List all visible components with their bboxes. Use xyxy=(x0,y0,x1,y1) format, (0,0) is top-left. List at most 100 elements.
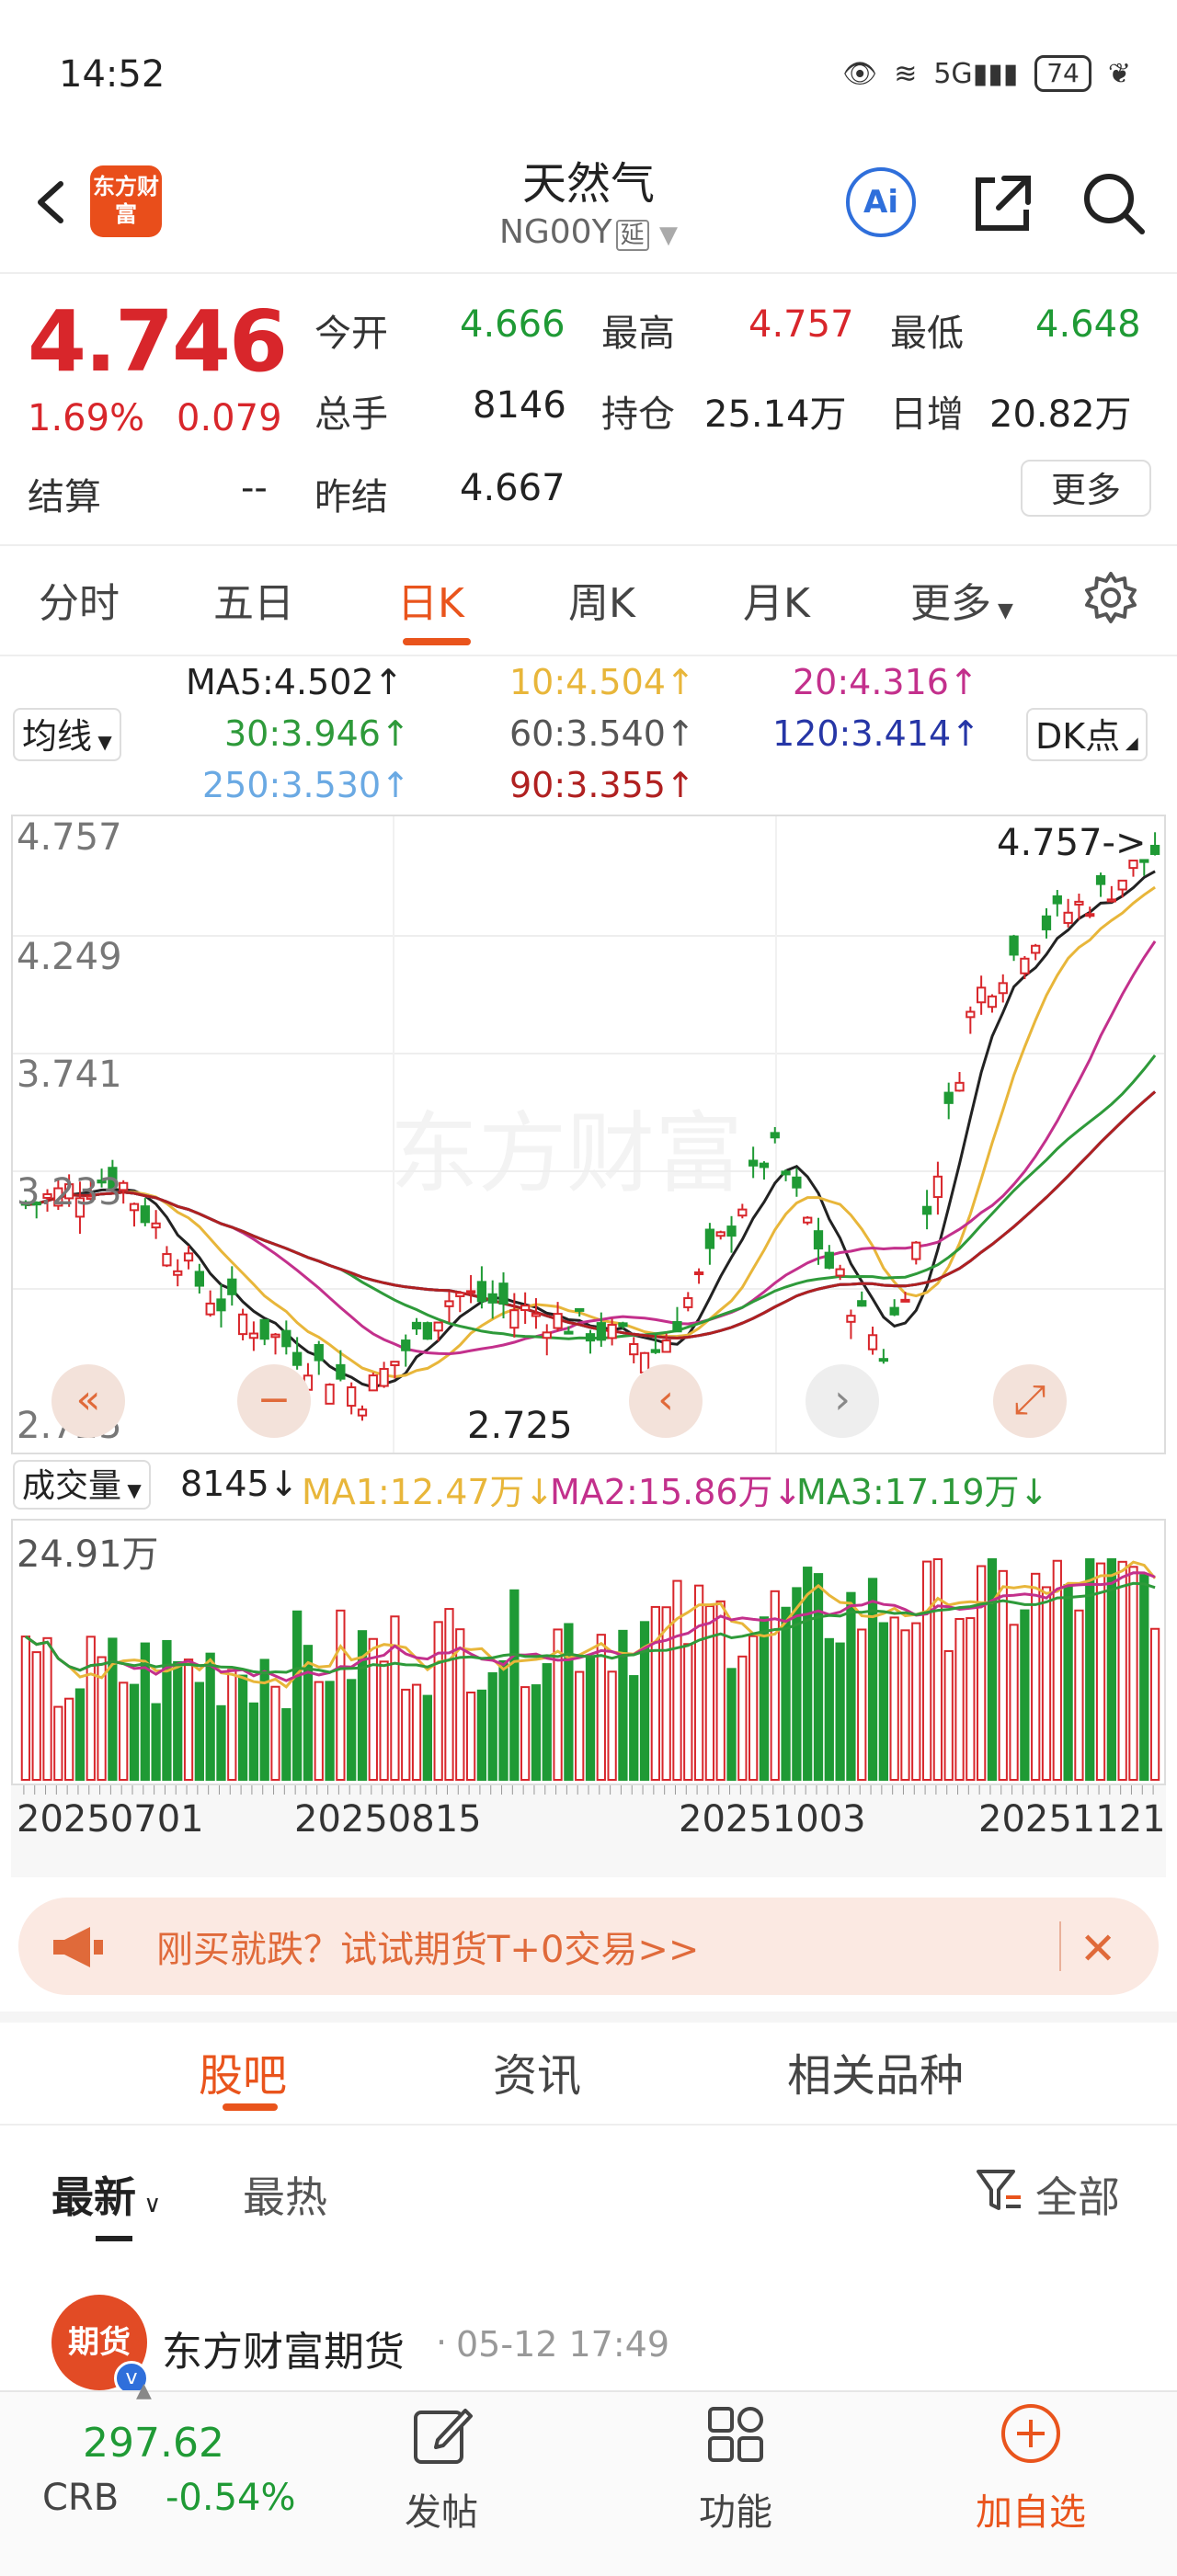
volume-bar xyxy=(911,1622,921,1781)
last-price: 4.746 xyxy=(28,292,288,391)
post-author[interactable]: 东方财富期货 xyxy=(162,2319,405,2377)
volume-bar xyxy=(476,1689,487,1781)
add-circle-icon[interactable] xyxy=(999,2401,1063,2469)
date-label: 20251121 xyxy=(978,1798,1166,1841)
volume-bar xyxy=(74,1688,86,1782)
candle-body xyxy=(227,1278,237,1295)
settings-button[interactable] xyxy=(1083,570,1138,625)
ai-button[interactable]: Ai xyxy=(846,167,916,237)
candle-body xyxy=(173,1270,183,1276)
candle-body xyxy=(932,1175,943,1199)
high-label: 最高 xyxy=(601,313,675,355)
volume-bar xyxy=(867,1578,878,1782)
tab-weekly-k[interactable]: 周K xyxy=(568,570,635,629)
low-value: 4.648 xyxy=(1035,303,1141,346)
separator-dot: · xyxy=(436,2322,448,2363)
volume-bar xyxy=(281,1708,291,1782)
close-icon[interactable]: ✕ xyxy=(1080,1923,1116,1975)
candle-body xyxy=(770,1132,780,1139)
candle-body xyxy=(998,982,1008,995)
candle-body xyxy=(575,1307,585,1312)
share-button[interactable] xyxy=(967,167,1037,237)
tab-related[interactable]: 相关品种 xyxy=(787,2039,964,2103)
volume-bar xyxy=(336,1609,346,1781)
candle-body xyxy=(162,1253,172,1267)
tab-daily-k[interactable]: 日K xyxy=(397,570,464,629)
ma10-label: 10:4.504↑ xyxy=(509,662,695,702)
banner-text[interactable]: 刚买就跌？试试期货T+0交易>> xyxy=(156,1920,699,1973)
edit-icon[interactable] xyxy=(410,2403,474,2471)
volume-bar xyxy=(531,1684,542,1781)
add-watchlist-button[interactable]: 加自选 xyxy=(962,2482,1100,2536)
candle-body xyxy=(1041,915,1052,930)
tab-five-day[interactable]: 五日 xyxy=(213,570,294,629)
volume-bar xyxy=(1149,1627,1160,1782)
oi-label: 持仓 xyxy=(601,393,675,436)
volume-bar xyxy=(1106,1558,1116,1781)
filter-icon[interactable] xyxy=(973,2164,1024,2219)
change-value: 0.079 xyxy=(177,397,282,439)
tab-news[interactable]: 资讯 xyxy=(493,2039,581,2103)
candle-body xyxy=(1063,911,1073,924)
eye-icon: 👁 xyxy=(842,57,878,90)
ma90-label: 90:3.355↑ xyxy=(509,765,695,805)
function-button[interactable]: 功能 xyxy=(690,2482,782,2536)
filter-hot[interactable]: 最热 xyxy=(243,2164,327,2225)
crb-label[interactable]: CRB xyxy=(42,2477,119,2519)
volume-bar xyxy=(151,1703,161,1782)
candle-body xyxy=(531,1312,542,1317)
crb-value[interactable]: 297.62 xyxy=(83,2420,224,2467)
candle-body xyxy=(781,1170,791,1176)
post-time: 05-12 17:49 xyxy=(456,2324,670,2365)
volume-bar xyxy=(629,1675,639,1781)
volume-bar xyxy=(693,1584,704,1781)
zoom-out-icon[interactable]: − xyxy=(237,1364,311,1438)
scroll-right-icon[interactable]: › xyxy=(806,1364,879,1438)
tab-guba[interactable]: 股吧 xyxy=(199,2039,287,2103)
search-button[interactable] xyxy=(1078,167,1148,237)
volume-bar xyxy=(270,1685,280,1782)
scroll-left-icon[interactable]: ‹ xyxy=(629,1364,703,1438)
volume-bar xyxy=(259,1658,269,1781)
date-label: 20250815 xyxy=(294,1798,482,1841)
candle-body xyxy=(270,1333,280,1339)
volume-bar xyxy=(715,1600,726,1781)
candle-body xyxy=(1117,879,1127,891)
filter-all[interactable]: 全部 xyxy=(1035,2164,1120,2225)
volume-bar xyxy=(53,1705,63,1782)
y-tick-label: 3.741 xyxy=(17,1054,122,1096)
more-quote-button[interactable]: 更多 xyxy=(1021,460,1151,517)
code-text: NG00Y xyxy=(498,213,612,251)
grid-icon[interactable] xyxy=(704,2403,767,2469)
vol-ma3: MA3:17.19万↓ xyxy=(796,1472,1049,1512)
post-button[interactable]: 发帖 xyxy=(395,2482,487,2536)
ma120-label: 120:3.414↑ xyxy=(772,713,980,754)
volume-bar xyxy=(162,1639,172,1781)
crb-change[interactable]: -0.54% xyxy=(166,2477,296,2519)
volume-chart[interactable]: 24.91万 xyxy=(11,1519,1166,1785)
volume-bar xyxy=(368,1637,378,1781)
filter-latest[interactable]: 最新 ∨ xyxy=(51,2164,161,2225)
candle-body xyxy=(465,1290,476,1294)
kline-chart[interactable]: 东方财富 4.757 4.249 3.741 3.233 2.725 4.757… xyxy=(11,815,1166,1454)
volume-bar xyxy=(173,1660,183,1781)
volume-bar xyxy=(813,1573,824,1781)
scroll-left-fast-icon[interactable]: « xyxy=(51,1364,125,1438)
volume-bar xyxy=(704,1605,715,1782)
dk-point-button[interactable]: DK点 ◢ xyxy=(1026,708,1148,761)
volume-bar xyxy=(900,1629,910,1782)
volume-indicator-selector[interactable]: 成交量 ▼ xyxy=(13,1460,151,1510)
latest-indicator xyxy=(96,2236,132,2241)
volume-bar xyxy=(889,1616,899,1781)
volume-bar xyxy=(1117,1560,1127,1781)
candle-body xyxy=(943,1091,954,1104)
ma-selector[interactable]: 均线 ▼ xyxy=(13,708,121,761)
max-price-marker: 4.757-> xyxy=(997,822,1147,864)
volume-bar xyxy=(943,1649,954,1781)
tab-more[interactable]: 更多 ▼ xyxy=(910,570,1013,629)
tab-intraday[interactable]: 分时 xyxy=(39,570,120,629)
y-tick-label: 4.757 xyxy=(17,816,122,859)
fullscreen-icon[interactable]: ⤢ xyxy=(993,1364,1067,1438)
tab-monthly-k[interactable]: 月K xyxy=(743,570,810,629)
candle-body xyxy=(444,1300,454,1307)
